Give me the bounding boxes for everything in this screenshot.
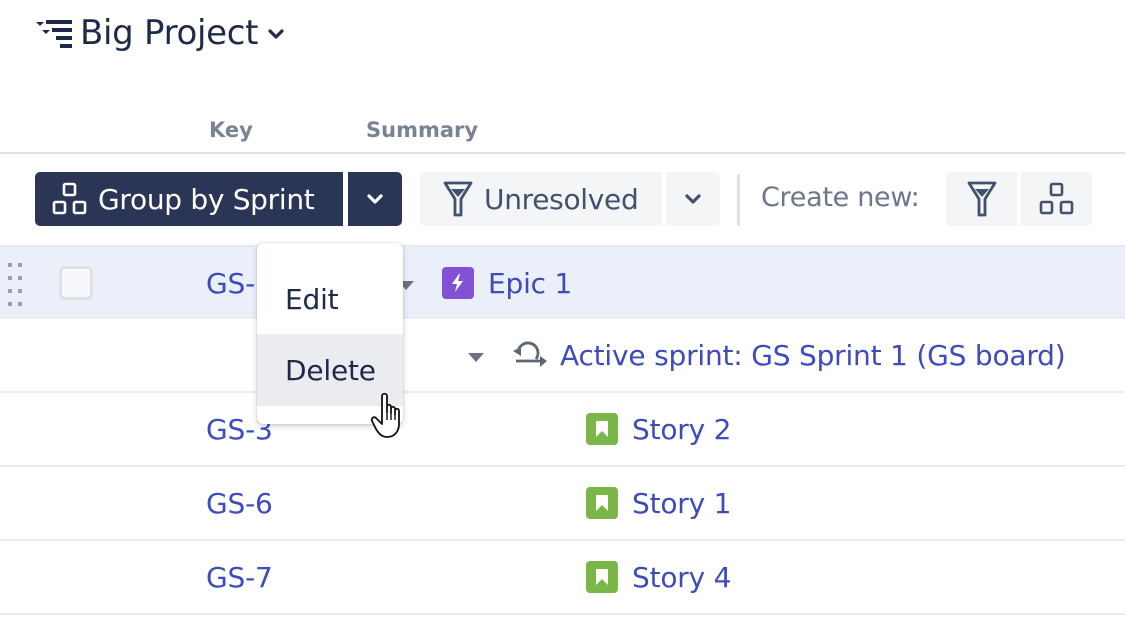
unresolved-filter-button[interactable]: Unresolved [420,172,662,226]
hand-pointer-cursor-icon [370,392,400,438]
create-group-button[interactable] [1021,172,1092,226]
filter-icon [443,181,473,217]
toolbar-divider [737,174,740,226]
structure-hierarchy-icon [36,20,72,48]
column-header-key[interactable]: Key [209,118,253,142]
story-bookmark-icon [586,413,618,445]
create-filter-button[interactable] [946,172,1017,226]
group-by-dropdown-button[interactable] [348,172,402,226]
chevron-down-icon [685,194,701,204]
group-icon [1039,182,1073,215]
project-title-bar[interactable]: Big Project [36,10,286,56]
table-row[interactable]: GS-3 Story 2 [0,393,1125,467]
filter-icon [967,181,996,217]
issue-key-link[interactable]: GS-6 [206,487,273,520]
menu-item-edit[interactable]: Edit [257,263,403,335]
group-by-sprint-label: Group by Sprint [98,182,315,216]
issue-key-link[interactable]: GS-7 [206,561,273,594]
filter-dropdown-button[interactable] [666,172,720,226]
create-new-label: Create new: [761,182,920,213]
chevron-down-icon [367,194,383,204]
story-bookmark-icon [586,561,618,593]
chevron-down-icon[interactable] [266,24,286,44]
story-bookmark-icon [586,487,618,519]
issue-title-link[interactable]: Epic 1 [488,267,572,300]
issue-title-link[interactable]: Story 4 [632,561,731,594]
epic-lightning-icon [442,267,474,299]
issue-title-link[interactable]: Story 2 [632,413,731,446]
issue-key-link[interactable]: GS- [206,267,255,300]
column-header-summary[interactable]: Summary [366,118,478,142]
toolbar: Group by Sprint Unresolved Create new: [0,172,1125,226]
group-icon [52,182,87,215]
table-row[interactable]: GS-7 Story 4 [0,541,1125,615]
group-by-sprint-button[interactable]: Group by Sprint [35,172,343,226]
issue-title-link[interactable]: Story 1 [632,487,731,520]
column-headers: Key Summary [0,118,1125,154]
row-checkbox[interactable] [59,266,93,300]
sprint-cycle-icon [513,341,547,367]
sprint-title-link[interactable]: Active sprint: GS Sprint 1 (GS board) [560,339,1066,372]
table-row[interactable]: GS- Epic 1 [0,245,1125,319]
caret-down-icon[interactable] [468,351,484,363]
sprint-group-row[interactable]: Active sprint: GS Sprint 1 (GS board) [0,319,1125,393]
table-row[interactable]: GS-6 Story 1 [0,467,1125,541]
unresolved-filter-label: Unresolved [484,182,639,216]
drag-handle-icon[interactable] [8,261,24,307]
project-title[interactable]: Big Project [80,13,259,53]
issue-table: GS- Epic 1 Active sprint: GS Sprint 1 (G… [0,245,1125,615]
